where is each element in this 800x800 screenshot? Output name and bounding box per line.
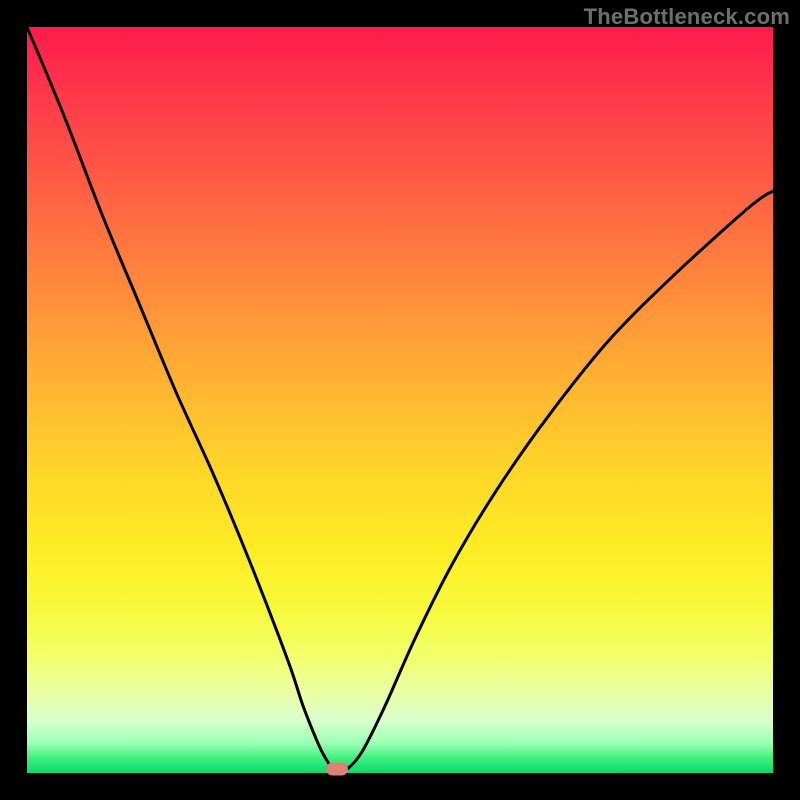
watermark-text: TheBottleneck.com (584, 4, 790, 30)
chart-frame: TheBottleneck.com (0, 0, 800, 800)
curve-path (27, 27, 773, 770)
bottleneck-curve (27, 27, 773, 773)
optimal-marker (326, 762, 348, 775)
plot-area (27, 27, 773, 773)
